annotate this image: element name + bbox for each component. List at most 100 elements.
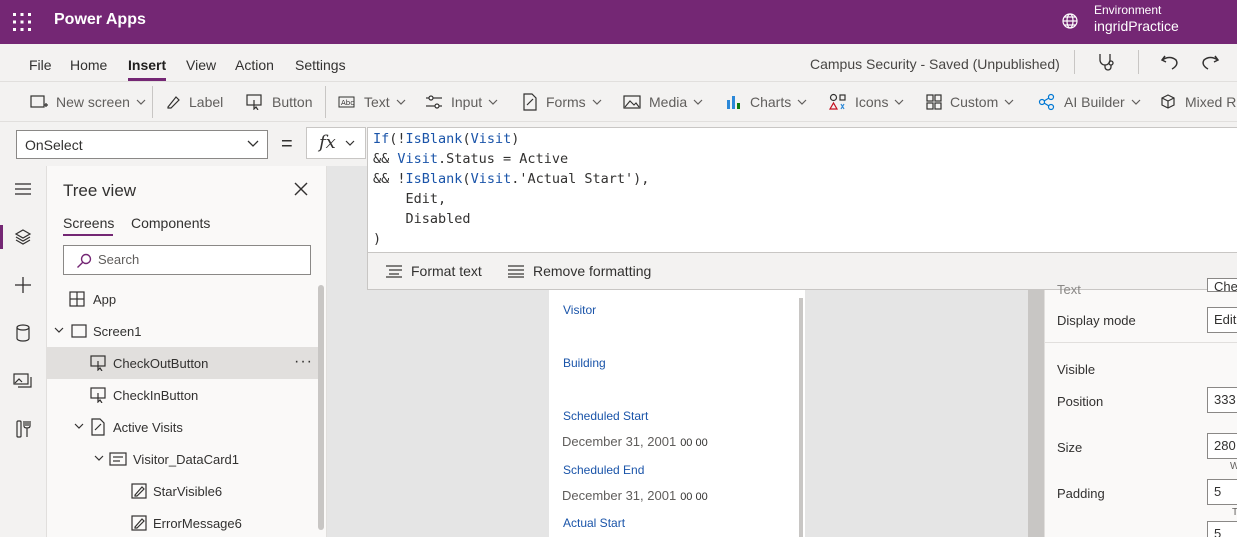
icons-label: Icons [855,94,889,110]
tree-node-errormessage6[interactable]: ErrorMessage6 [47,507,319,537]
media-dropdown[interactable]: Media [623,92,711,112]
field-value-scheduled-end[interactable]: December 31, 2001 00 00 [562,488,708,503]
app-title[interactable]: Power Apps [54,11,146,29]
tree-node-checkoutbutton[interactable]: CheckOutButton [47,347,319,379]
prop-label-visible: Visible [1057,362,1096,377]
forms-label: Forms [546,94,586,110]
button-icon [246,94,262,110]
chevron-down-icon[interactable] [94,455,104,461]
chevron-down-icon [1004,99,1022,105]
icons-dropdown[interactable]: Icons [829,92,912,112]
label-button[interactable]: Label [165,92,223,112]
text-dropdown[interactable]: Abc Text [338,92,414,112]
insert-plus-icon[interactable] [8,270,38,300]
tree-node-label: Screen1 [93,323,142,339]
tree-view-title: Tree view [63,181,137,200]
formula-editor[interactable]: If(!IsBlank(Visit) && Visit.Status = Act… [367,127,1237,253]
layers-icon[interactable] [8,222,38,252]
prop-input-text[interactable]: Chec [1207,278,1237,292]
chevron-down-icon [396,99,414,105]
tree-node-screen1[interactable]: Screen1 [47,315,319,347]
time-value: 00 00 [680,437,708,449]
format-text-button[interactable]: Format text [385,263,482,279]
data-cylinder-icon[interactable] [8,318,38,348]
menu-view[interactable]: View [186,57,216,73]
environment-name[interactable]: ingridPractice [1094,18,1179,34]
tree-node-label: CheckOutButton [113,355,209,371]
active-menu-indicator [128,78,166,81]
chevron-down-icon [592,99,610,105]
app-header: Power Apps Environment ingridPractice [0,0,1237,44]
close-icon[interactable] [292,180,310,198]
date-value: December 31, 2001 [562,488,677,503]
input-label: Input [451,94,483,110]
mixed-reality-dropdown[interactable]: Mixed Re [1159,92,1237,112]
padding-top-caption: T [1232,507,1237,518]
ai-builder-icon [1038,93,1055,111]
environment-label: Environment [1094,3,1162,17]
mixed-reality-label: Mixed Re [1185,94,1237,110]
fx-icon: fx [319,132,336,153]
property-dropdown[interactable]: OnSelect [16,130,268,159]
left-rail [0,166,47,537]
prop-input-position-x[interactable]: 333 [1207,387,1237,413]
search-input[interactable] [98,252,298,267]
tree-node-starvisible6[interactable]: StarVisible6 [47,475,319,507]
new-screen-button[interactable]: New screen [30,92,154,112]
prop-input-padding-bottom[interactable]: 5 [1207,521,1237,537]
media-library-icon[interactable] [8,366,38,396]
prop-input-padding-top[interactable]: 5 [1207,479,1237,505]
tab-components[interactable]: Components [131,215,210,231]
fx-button[interactable]: fx [306,127,366,159]
prop-input-size-width[interactable]: 280 [1207,433,1237,459]
tools-icon[interactable] [8,414,38,444]
tree-node-label: CheckInButton [113,387,199,403]
tree-node-visitor-datacard1[interactable]: Visitor_DataCard1 [47,443,319,475]
text-label: Text [364,94,390,110]
globe-icon [1061,12,1079,30]
tree-node-active-visits[interactable]: Active Visits [47,411,319,443]
size-width-caption: W [1230,461,1237,472]
edit-icon [131,515,147,531]
menu-file[interactable]: File [29,57,52,73]
menu-settings[interactable]: Settings [295,57,346,73]
hamburger-menu-icon[interactable] [8,174,38,204]
chevron-down-icon[interactable] [54,327,64,333]
custom-dropdown[interactable]: Custom [926,92,1022,112]
tree-scrollbar[interactable] [318,285,324,530]
input-dropdown[interactable]: Input [425,92,506,112]
divider [325,86,326,118]
edit-icon [131,483,147,499]
redo-icon[interactable] [1200,52,1220,72]
tree-node-app[interactable]: App [47,283,319,315]
more-options-icon[interactable]: ··· [294,353,313,371]
canvas-vertical-scrollbar[interactable] [1028,290,1044,537]
field-label-scheduled-end: Scheduled End [563,463,645,477]
app-checker-icon[interactable] [1096,52,1116,72]
charts-dropdown[interactable]: Charts [726,92,815,112]
field-label-building: Building [563,356,606,370]
menu-action[interactable]: Action [235,57,274,73]
tree-node-checkinbutton[interactable]: CheckInButton [47,379,319,411]
undo-icon[interactable] [1160,52,1180,72]
menu-insert[interactable]: Insert [128,57,166,73]
chevron-down-icon [797,99,815,105]
prop-input-display-mode[interactable]: Edit [1207,307,1237,333]
tab-screens[interactable]: Screens [63,215,114,231]
text-icon: Abc [338,96,355,108]
field-label-actual-start: Actual Start [563,516,626,530]
remove-formatting-button[interactable]: Remove formatting [507,263,651,279]
form-scrollbar[interactable] [799,298,803,537]
ai-builder-dropdown[interactable]: AI Builder [1038,92,1149,112]
remove-formatting-label: Remove formatting [533,263,652,279]
label-label: Label [189,94,224,110]
field-value-scheduled-start[interactable]: December 31, 2001 00 00 [562,434,708,449]
label-icon [167,96,180,109]
chevron-down-icon[interactable] [74,423,84,429]
prop-label-display-mode: Display mode [1057,313,1136,328]
app-launcher-icon[interactable] [12,12,32,32]
format-text-label: Format text [411,263,482,279]
forms-dropdown[interactable]: Forms [522,92,610,112]
button-button[interactable]: Button [246,92,312,112]
menu-home[interactable]: Home [70,57,107,73]
